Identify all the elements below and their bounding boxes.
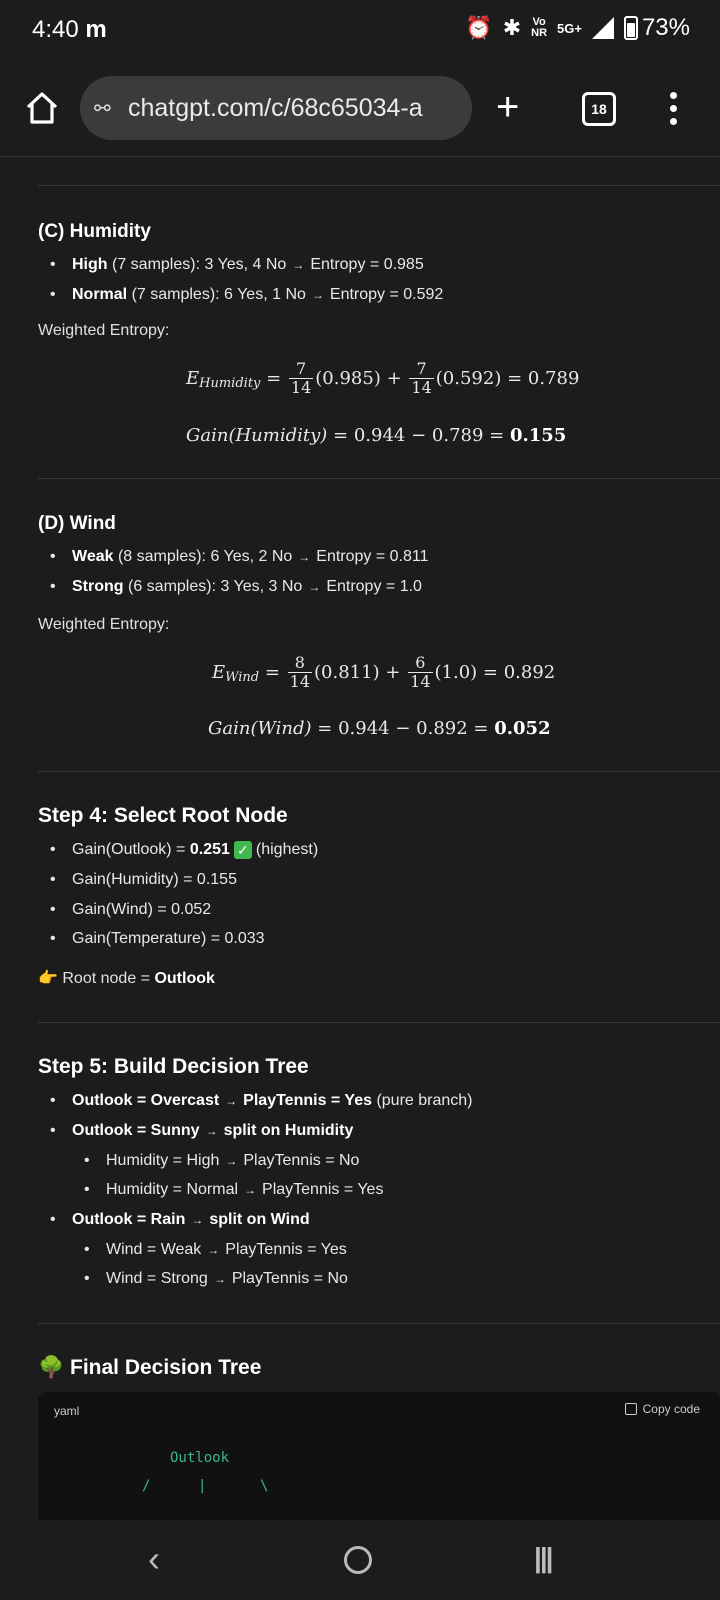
- equation-wind-gain: Gain(Wind) = 0.944 − 0.892 = 0.052: [208, 718, 551, 739]
- code-branch-left: /: [142, 1478, 151, 1494]
- network-type: 5G+: [557, 20, 582, 36]
- list-item: Humidity = Normal→PlayTennis = Yes: [84, 1181, 383, 1199]
- signal-icon: [591, 17, 614, 39]
- section-heading-wind: (D) Wind: [38, 513, 116, 534]
- list-item: Weak (8 samples): 6 Yes, 2 No→Entropy = …: [50, 548, 429, 566]
- divider: [38, 478, 720, 479]
- list-item: Outlook = Rain→split on Wind: [50, 1211, 310, 1229]
- code-language: yaml: [54, 1404, 80, 1418]
- list-item: Outlook = Sunny→split on Humidity: [50, 1122, 353, 1140]
- list-item: High (7 samples): 3 Yes, 4 No→Entropy = …: [50, 256, 424, 274]
- list-item: Gain(Humidity) = 0.155: [50, 871, 237, 889]
- code-branch-right: \: [260, 1478, 269, 1494]
- list-item: Gain(Outlook) = 0.251✓(highest): [50, 841, 318, 859]
- section-heading-humidity: (C) Humidity: [38, 221, 151, 242]
- check-icon: ✓: [233, 841, 252, 859]
- divider: [38, 1022, 720, 1023]
- list-item: Wind = Strong→PlayTennis = No: [84, 1270, 348, 1288]
- clock: 4:40 m: [32, 16, 107, 43]
- equation-humidity-gain: Gain(Humidity) = 0.944 − 0.789 = 0.155: [186, 425, 567, 446]
- back-icon[interactable]: ‹: [148, 1538, 160, 1580]
- list-item: Gain(Wind) = 0.052: [50, 901, 211, 919]
- list-item: Gain(Temperature) = 0.033: [50, 930, 265, 948]
- system-nav-bar: ‹ |||: [0, 1520, 720, 1600]
- list-item: Outlook = Overcast→PlayTennis = Yes (pur…: [50, 1092, 472, 1110]
- section-heading-step5: Step 5: Build Decision Tree: [38, 1055, 309, 1078]
- list-item: Wind = Weak→PlayTennis = Yes: [84, 1241, 347, 1259]
- tree-icon: 🌳: [38, 1356, 65, 1379]
- copy-code-button[interactable]: Copy code: [624, 1402, 700, 1416]
- section-heading-step4: Step 4: Select Root Node: [38, 804, 288, 827]
- bluetooth-icon: ✱: [502, 15, 522, 40]
- divider: [38, 771, 720, 772]
- code-block: yaml Copy code Outlook / | \: [38, 1392, 720, 1520]
- list-item: Humidity = High→PlayTennis = No: [84, 1152, 359, 1170]
- pointing-hand-icon: 👉: [38, 970, 58, 987]
- divider: [38, 1323, 720, 1324]
- home-nav-icon[interactable]: [344, 1546, 372, 1574]
- status-icons: ⏰ ✱ Vo NR 5G+ 73%: [465, 14, 690, 42]
- code-line: Outlook: [170, 1450, 230, 1466]
- address-bar[interactable]: ⚯ chatgpt.com/c/68c65034-a: [80, 76, 472, 140]
- alarm-icon: ⏰: [465, 15, 493, 40]
- battery-level: 73%: [641, 14, 690, 41]
- home-icon[interactable]: [24, 90, 60, 126]
- site-settings-icon[interactable]: ⚯: [94, 96, 128, 121]
- weighted-entropy-label: Weighted Entropy:: [38, 616, 170, 633]
- battery-icon: [623, 16, 638, 40]
- code-branch-mid: |: [198, 1478, 207, 1494]
- chat-content: (C) Humidity High (7 samples): 3 Yes, 4 …: [0, 157, 720, 1520]
- copy-icon: [624, 1403, 637, 1415]
- tab-switcher-button[interactable]: 18: [582, 92, 616, 126]
- weighted-entropy-label: Weighted Entropy:: [38, 322, 170, 339]
- url-text[interactable]: chatgpt.com/c/68c65034-a: [128, 94, 423, 123]
- recent-apps-icon[interactable]: |||: [534, 1542, 553, 1574]
- carrier-icon: m: [85, 16, 107, 43]
- section-heading-final: 🌳 Final Decision Tree: [38, 1356, 262, 1379]
- list-item: Strong (6 samples): 3 Yes, 3 No→Entropy …: [50, 578, 422, 596]
- new-tab-button[interactable]: +: [496, 82, 519, 132]
- root-node-line: 👉 Root node = Outlook: [38, 970, 215, 987]
- more-menu-icon[interactable]: [668, 92, 678, 125]
- volte-icon: Vo NR: [531, 16, 548, 39]
- browser-toolbar: ⚯ chatgpt.com/c/68c65034-a + 18: [0, 64, 720, 157]
- battery-indicator: 73%: [623, 14, 690, 42]
- list-item: Normal (7 samples): 6 Yes, 1 No→Entropy …: [50, 286, 443, 304]
- equation-wind-entropy: E Wind = 8 14 (0.811) + 6 14 (1.0) = 0.892: [212, 653, 556, 691]
- status-bar: 4:40 m ⏰ ✱ Vo NR 5G+ 73%: [0, 0, 720, 64]
- equation-humidity-entropy: E Humidity = 7 14 (0.985) + 7 14 (0.592) = …: [186, 359, 580, 397]
- divider: [38, 185, 720, 186]
